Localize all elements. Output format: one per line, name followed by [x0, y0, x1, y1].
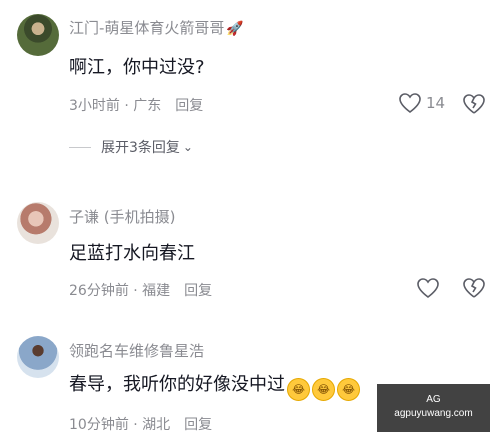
watermark-line1: AG	[426, 394, 441, 405]
reply-button[interactable]: 回复	[184, 417, 212, 433]
expand-replies-button[interactable]: 展开3条回复 ⌄	[69, 137, 193, 157]
comment-text: 春导，我听你的好像没中过 😂 😂 😂	[69, 370, 360, 401]
dislike-button[interactable]	[462, 93, 486, 119]
time-location: 26分钟前 · 福建	[69, 283, 171, 299]
rocket-icon: 🚀	[226, 21, 244, 37]
laugh-cry-emoji-icon: 😂	[312, 378, 335, 401]
avatar[interactable]	[17, 336, 59, 378]
like-count: 14	[426, 94, 446, 112]
reply-button[interactable]: 回复	[184, 283, 212, 299]
divider-line	[69, 146, 91, 148]
comment-text: 足蓝打水向春江	[69, 243, 195, 264]
time-location: 10分钟前 · 湖北	[69, 417, 171, 433]
broken-heart-icon	[463, 278, 485, 298]
comment-username[interactable]: 子谦 (手机拍摄)	[69, 206, 175, 227]
avatar[interactable]	[17, 202, 59, 244]
comment-username[interactable]: 江门-萌星体育火箭哥哥 🚀	[69, 17, 244, 38]
watermark: AG agpuyuwang.com	[377, 384, 490, 432]
username-text[interactable]: 江门-萌星体育火箭哥哥	[69, 19, 224, 37]
watermark-url: agpuyuwang.com	[394, 408, 473, 419]
laugh-cry-emoji-icon: 😂	[287, 378, 310, 401]
avatar[interactable]	[17, 14, 59, 56]
comment-meta: 10分钟前 · 湖北 回复	[69, 414, 212, 434]
heart-icon	[417, 278, 439, 299]
like-button[interactable]: 14	[398, 92, 445, 114]
comment-meta: 3小时前 · 广东 回复	[69, 95, 203, 115]
expand-replies-label[interactable]: 展开3条回复	[101, 137, 180, 157]
chevron-down-icon: ⌄	[182, 140, 193, 154]
comment-text: 啊江，你中过没?	[69, 57, 205, 78]
laugh-cry-emoji-icon: 😂	[337, 378, 360, 401]
comment-text-body: 春导，我听你的好像没中过	[69, 374, 285, 395]
like-button[interactable]	[416, 277, 440, 299]
reply-button[interactable]: 回复	[175, 98, 203, 114]
time-location: 3小时前 · 广东	[69, 98, 162, 114]
comment-meta: 26分钟前 · 福建 回复	[69, 280, 212, 300]
comment-username[interactable]: 领跑名车维修鲁星浩	[69, 340, 204, 361]
heart-icon	[399, 93, 421, 114]
dislike-button[interactable]	[462, 277, 486, 303]
broken-heart-icon	[463, 94, 485, 114]
